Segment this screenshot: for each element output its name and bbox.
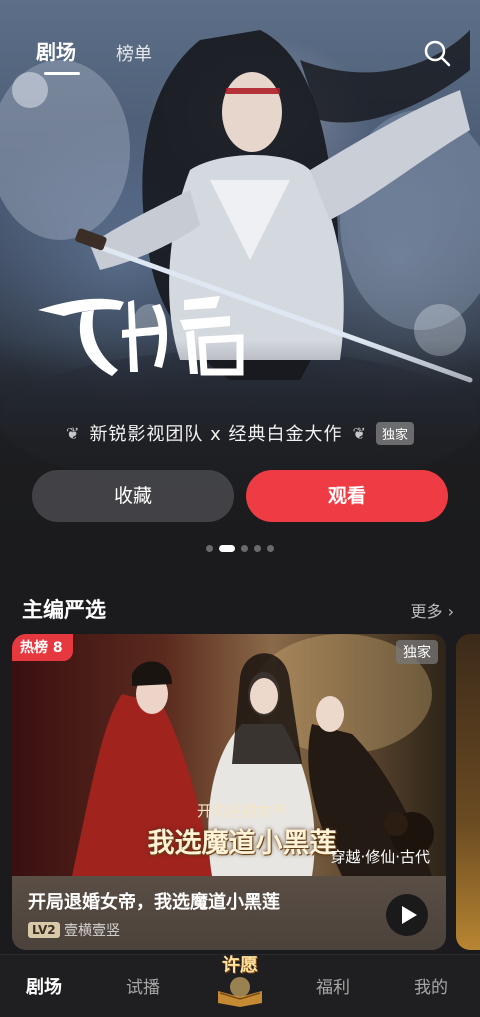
tab-theater[interactable]: 剧场 — [36, 36, 76, 65]
exclusive-badge: 独家 — [375, 421, 414, 445]
laurel-left-icon: ❦ — [66, 423, 80, 443]
hero-actions: 收藏 观看 — [32, 470, 448, 522]
card-info: 开局退婚女帝，我选魔道小黑莲 LV2 壹横壹竖 — [12, 876, 446, 950]
poster-main-title: 我选魔道小黑莲 — [147, 828, 337, 859]
carousel-dot-active[interactable] — [219, 545, 235, 552]
carousel-dot[interactable] — [206, 545, 213, 552]
level-badge: LV2 — [28, 922, 60, 938]
hot-rank-badge: 热榜 8 — [12, 634, 73, 661]
collect-button[interactable]: 收藏 — [32, 470, 234, 522]
search-icon[interactable] — [420, 36, 454, 70]
more-link[interactable]: 更多 › — [411, 598, 455, 622]
card-exclusive-badge: 独家 — [396, 640, 438, 664]
tagline-text: 新锐影视团队 x 经典白金大作 — [89, 424, 343, 445]
section-header: 主编严选 更多 › — [0, 592, 480, 626]
poster-title: 开局退婚女帝 我选魔道小黑莲 — [132, 800, 352, 860]
tab-ranking[interactable]: 榜单 — [116, 40, 152, 66]
poster-subtitle: 开局退婚女帝 — [196, 802, 287, 820]
nav-benefits[interactable]: 福利 — [316, 973, 350, 998]
section-title: 主编严选 — [22, 598, 106, 622]
bottom-navigation: 剧场 试播 许愿 福利 我的 — [0, 954, 480, 1017]
nav-mine[interactable]: 我的 — [414, 973, 448, 998]
carousel-indicator — [0, 538, 480, 557]
tab-active-indicator — [44, 72, 80, 75]
laurel-right-icon: ❦ — [352, 423, 366, 443]
carousel-dot[interactable] — [267, 545, 274, 552]
drama-card[interactable]: 热榜 8 独家 开局退婚女帝 我选魔道小黑莲 穿越·修仙·古代 开局退婚女帝，我… — [12, 634, 446, 950]
nav-wish-label: 许愿 — [222, 955, 258, 976]
nav-theater[interactable]: 剧场 — [26, 973, 62, 999]
top-navigation: 剧场 榜单 — [0, 30, 480, 80]
nav-wish[interactable]: 许愿 — [212, 947, 268, 1009]
carousel-dot[interactable] — [254, 545, 261, 552]
genre-tags: 穿越·修仙·古代 — [330, 848, 430, 866]
hero-tagline: ❦ 新锐影视团队 x 经典白金大作 ❦ 独家 — [0, 420, 480, 456]
drama-title: 开局退婚女帝，我选魔道小黑莲 — [28, 892, 280, 913]
play-icon[interactable] — [386, 894, 428, 936]
drama-card-next[interactable] — [456, 634, 480, 950]
watch-button[interactable]: 观看 — [246, 470, 448, 522]
hero-banner[interactable]: 剧场 榜单 ❦ 新锐影视团队 x 经典白金大作 ❦ 独家 收藏 观看 — [0, 0, 480, 570]
nav-trial[interactable]: 试播 — [126, 973, 160, 998]
carousel-dot[interactable] — [241, 545, 248, 552]
hero-title-calligraphy — [38, 296, 244, 376]
author-name: 壹横壹竖 — [64, 923, 120, 939]
